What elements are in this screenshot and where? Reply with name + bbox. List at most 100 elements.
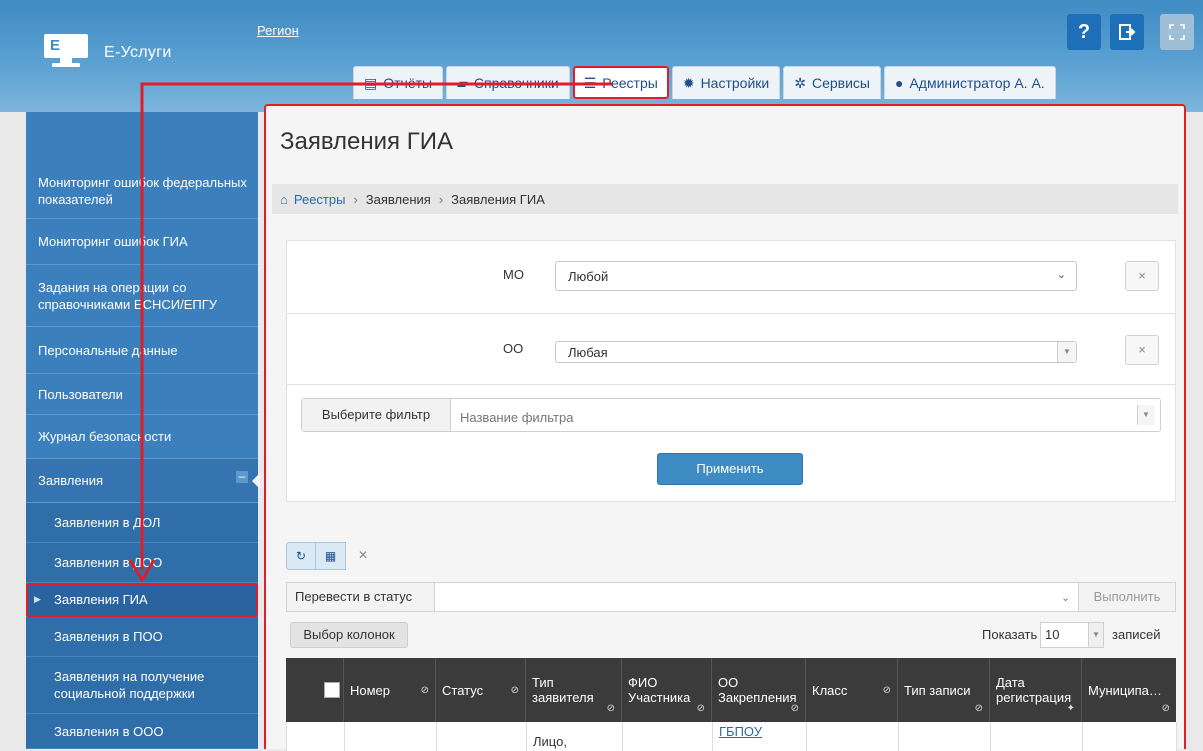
column-participant-name[interactable]: ФИО Участника ⊘ [622, 658, 712, 722]
monitor-icon: E [44, 34, 88, 58]
sidebar-item-esnsi-tasks[interactable]: Задания на операции со справочниками ЕСН… [26, 265, 258, 327]
sidebar-item-gia-errors[interactable]: Мониторинг ошибок ГИА [26, 219, 258, 265]
app-logo[interactable]: E [44, 34, 88, 68]
filter-name-input[interactable] [458, 407, 1132, 427]
gear-icon: ✹ [682, 74, 695, 91]
sidebar-item-social-support[interactable]: Заявления на получение социальной поддер… [26, 657, 258, 714]
tab-settings[interactable]: ✹ Настройки [671, 66, 781, 99]
eye-slash-icon[interactable]: ⊘ [975, 701, 983, 716]
mo-clear-button[interactable]: × [1125, 261, 1159, 291]
eye-slash-icon[interactable]: ⊘ [791, 701, 799, 716]
table-cell [991, 722, 1083, 751]
sidebar-item-users[interactable]: Пользователи [26, 374, 258, 415]
help-button[interactable]: ? [1067, 14, 1101, 50]
tab-directories[interactable]: ▰ Справочники [446, 66, 570, 99]
column-school[interactable]: ОО Закрепления ⊘ [712, 658, 806, 722]
records-label: записей [1112, 627, 1161, 642]
main-tabs: ▤ Отчёты ▰ Справочники ☰ Реестры ✹ Настр… [353, 66, 1059, 100]
divider [287, 313, 1175, 314]
column-class[interactable]: Класс ⊘ [806, 658, 898, 722]
chevron-down-icon: ▼ [1137, 405, 1154, 425]
chevron-down-icon: ⌄ [1056, 269, 1066, 281]
sidebar-item-personal-data[interactable]: Персональные данные [26, 327, 258, 374]
divider [287, 384, 1175, 385]
table-cell [345, 722, 437, 751]
report-icon: ▤ [364, 74, 378, 91]
school-link[interactable]: ГБПОУ [719, 724, 762, 739]
mo-select[interactable]: Любой ⌄ [555, 261, 1077, 291]
eye-slash-icon[interactable]: ⊘ [607, 701, 615, 716]
chevron-down-icon[interactable]: ⌄ [1061, 591, 1070, 604]
oo-label: ОО [503, 341, 524, 356]
book-icon: ▰ [457, 74, 468, 91]
column-record-type[interactable]: Тип записи ⊘ [898, 658, 990, 722]
arrow-right-icon: ▶ [34, 594, 41, 604]
breadcrumb-applications[interactable]: Заявления [366, 192, 431, 207]
chevron-down-icon: ▼ [1088, 623, 1103, 647]
sidebar-item-security-log[interactable]: Журнал безопасности [26, 415, 258, 459]
eye-slash-icon[interactable]: ⊘ [1162, 701, 1170, 716]
app-title: Е-Услуги [104, 44, 172, 61]
filter-panel: МО Любой ⌄ × ОО Любая ▼ × Выберите фильт… [286, 240, 1176, 502]
column-select-button[interactable]: Выбор колонок [290, 622, 408, 648]
chevron-down-icon: ▼ [1057, 342, 1076, 362]
table-cell: ГБПОУ [713, 722, 807, 751]
table-header: Номер ⊘ Статус ⊘ Тип заявителя ⊘ ФИО Уча… [286, 658, 1176, 722]
tab-services[interactable]: ✲ Сервисы [783, 66, 881, 99]
column-number[interactable]: Номер ⊘ [344, 658, 436, 722]
eye-slash-icon[interactable]: ⊘ [883, 683, 891, 698]
clear-grid-button[interactable]: ✕ [348, 542, 378, 570]
eye-slash-icon[interactable]: ⊘ [511, 683, 519, 698]
tab-registries[interactable]: ☰ Реестры [572, 66, 669, 99]
grid-icon: ▦ [324, 549, 337, 563]
sidebar-item-dol[interactable]: Заявления в ДОЛ [26, 503, 258, 543]
main-panel: Заявления ГИА ⌂ Реестры › Заявления › За… [264, 104, 1186, 751]
sort-icon[interactable]: ✦ [1067, 701, 1075, 716]
filter-label: Выберите фильтр [302, 399, 451, 431]
sidebar-item-applications[interactable]: Заявления – [26, 459, 258, 503]
list-icon: ☰ [583, 74, 597, 91]
eye-slash-icon[interactable]: ⊘ [697, 701, 705, 716]
home-icon[interactable]: ⌂ [280, 192, 288, 207]
refresh-button[interactable]: ↻ [286, 542, 316, 570]
page-size-select[interactable]: 10 ▼ [1040, 622, 1104, 648]
column-municipality[interactable]: Муниципа… ⊘ [1082, 658, 1176, 722]
chevron-right-icon: › [438, 191, 444, 207]
logout-button[interactable] [1110, 14, 1144, 50]
oo-clear-button[interactable]: × [1125, 335, 1159, 365]
oo-select[interactable]: Любая ▼ [555, 341, 1077, 363]
show-label: Показать [982, 627, 1038, 642]
sidebar-item-ooo[interactable]: Заявления в ООО [26, 714, 258, 749]
close-icon: ✕ [357, 548, 369, 562]
collapse-icon[interactable]: – [236, 470, 248, 483]
tab-reports[interactable]: ▤ Отчёты [353, 66, 444, 99]
sidebar-item-poo[interactable]: Заявления в ПОО [26, 617, 258, 657]
column-applicant-type[interactable]: Тип заявителя ⊘ [526, 658, 622, 722]
sidebar: Мониторинг ошибок федеральных показателе… [26, 112, 258, 749]
refresh-icon: ↻ [295, 549, 307, 563]
status-change-label: Перевести в статус [287, 583, 435, 611]
top-header: E Е-Услуги Регион ? ▤ Отчёты ▰ Справочни… [0, 0, 1203, 112]
fullscreen-button[interactable] [1160, 14, 1194, 50]
column-registration-date[interactable]: Дата регистрация ✦ [990, 658, 1082, 722]
column-status[interactable]: Статус ⊘ [436, 658, 526, 722]
tab-admin[interactable]: ● Администратор А. А. [883, 66, 1056, 99]
region-link[interactable]: Регион [257, 23, 299, 38]
table-cell [899, 722, 991, 751]
status-change-row: Перевести в статус ⌄ Выполнить [286, 582, 1176, 612]
select-all-checkbox[interactable] [324, 682, 340, 698]
chevron-right-icon: › [353, 191, 358, 207]
table-row[interactable]: Лицо, ГБПОУ [286, 722, 1177, 751]
sidebar-item-doo[interactable]: Заявления в ДОО [26, 543, 258, 583]
table-cell [287, 722, 345, 751]
breadcrumb-registries[interactable]: Реестры [294, 192, 346, 207]
grid-view-button[interactable]: ▦ [316, 542, 346, 570]
eye-slash-icon[interactable]: ⊘ [421, 683, 429, 698]
breadcrumb-current: Заявления ГИА [451, 191, 545, 207]
gears-icon: ✲ [794, 74, 806, 91]
execute-button[interactable]: Выполнить [1078, 583, 1175, 611]
apply-button[interactable]: Применить [657, 453, 803, 485]
saved-filter-select[interactable]: Выберите фильтр ▼ [301, 398, 1161, 432]
sidebar-item-gia[interactable]: ▶ Заявления ГИА [26, 583, 258, 617]
sidebar-item-federal-errors[interactable]: Мониторинг ошибок федеральных показателе… [26, 164, 258, 219]
